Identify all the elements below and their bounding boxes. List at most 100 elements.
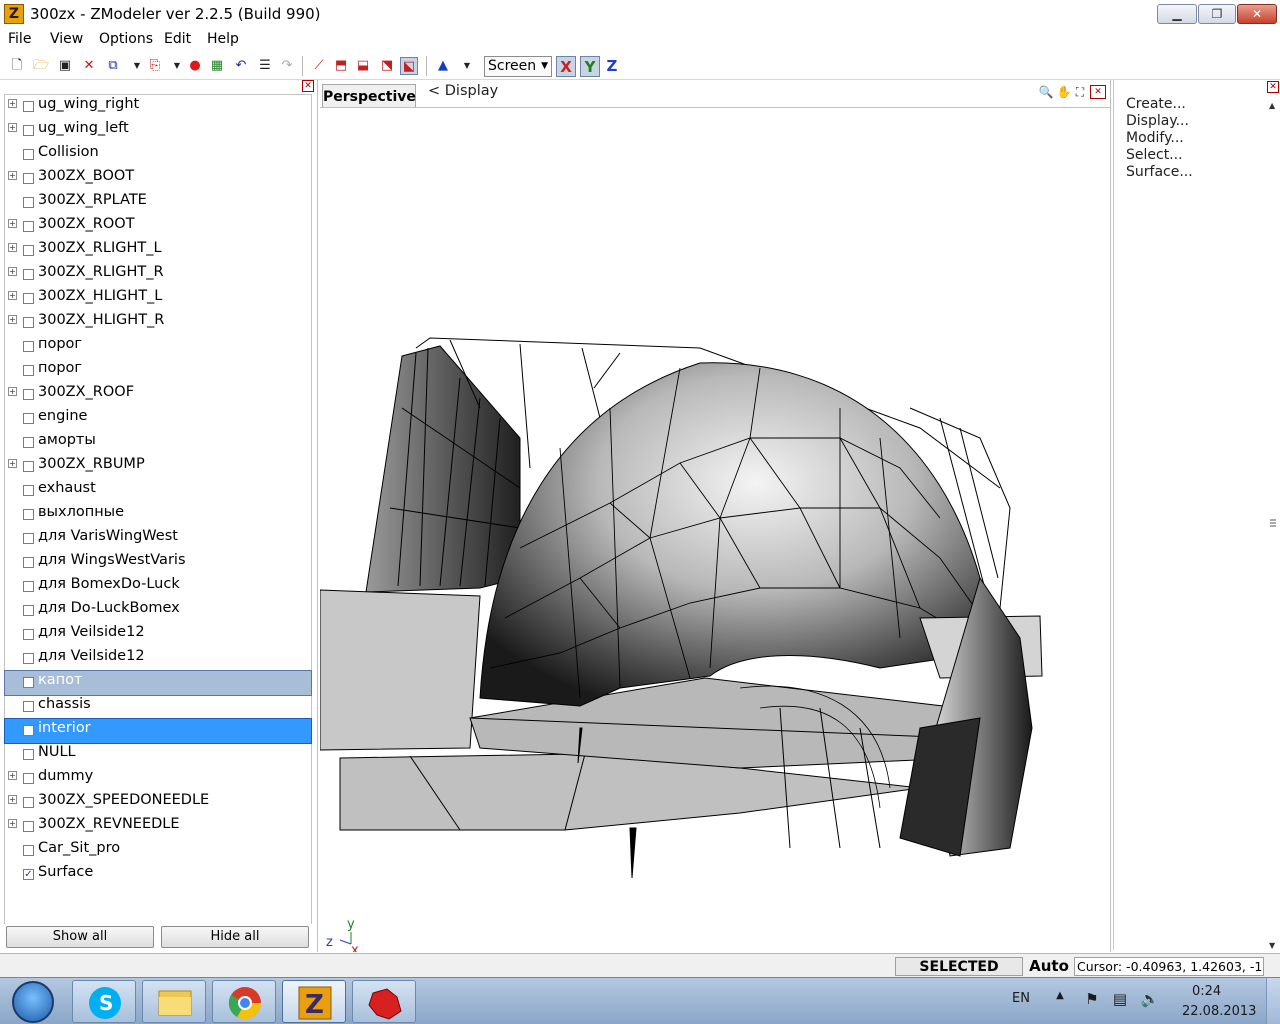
tree-item[interactable]: engine xyxy=(5,407,311,431)
taskbar-app-explorer[interactable] xyxy=(142,980,206,1023)
open-icon[interactable]: 🗁 xyxy=(32,57,50,75)
object-mode-icon[interactable]: ⬓ xyxy=(354,57,372,75)
tree-item[interactable]: +300ZX_RLIGHT_R xyxy=(5,263,311,287)
tree-item[interactable]: Car_Sit_pro xyxy=(5,839,311,863)
menu-options[interactable]: Options xyxy=(99,31,153,47)
tree-item[interactable]: порог xyxy=(5,335,311,359)
tree-item[interactable]: +300ZX_RLIGHT_L xyxy=(5,239,311,263)
vertex-mode-icon[interactable]: ⟋ xyxy=(310,57,328,75)
visibility-checkbox[interactable] xyxy=(23,581,34,592)
visibility-checkbox[interactable] xyxy=(23,485,34,496)
visibility-checkbox[interactable] xyxy=(23,821,34,832)
visibility-checkbox[interactable] xyxy=(23,461,34,472)
visibility-checkbox[interactable] xyxy=(23,677,34,688)
visibility-checkbox[interactable] xyxy=(23,317,34,328)
export-icon[interactable]: ⎘ xyxy=(146,57,164,75)
axis-x-toggle[interactable]: X xyxy=(556,56,576,77)
taskbar-app-game[interactable] xyxy=(352,980,416,1023)
properties-icon[interactable]: ☰ xyxy=(256,57,274,75)
expand-icon[interactable]: + xyxy=(8,219,17,228)
visibility-checkbox[interactable] xyxy=(23,293,34,304)
import-dropdown-icon[interactable]: ▼ xyxy=(128,57,146,75)
language-indicator[interactable]: EN xyxy=(1012,991,1030,1006)
visibility-checkbox[interactable] xyxy=(23,101,34,112)
expand-icon[interactable]: + xyxy=(8,267,17,276)
redo-icon[interactable]: ↷ xyxy=(278,57,296,75)
taskbar-app-chrome[interactable] xyxy=(212,980,276,1023)
flag-icon[interactable]: ⚑ xyxy=(1082,990,1102,1010)
expand-icon[interactable]: + xyxy=(8,291,17,300)
show-all-button[interactable]: Show all xyxy=(6,926,154,948)
clock-time[interactable]: 0:24 xyxy=(1192,984,1221,999)
expand-icon[interactable]: + xyxy=(8,459,17,468)
taskbar-app-skype[interactable]: S xyxy=(72,980,136,1023)
import-icon[interactable]: ⧉ xyxy=(104,57,122,75)
tree-item[interactable]: chassis xyxy=(5,695,311,719)
axis-y-toggle[interactable]: Y xyxy=(580,56,600,77)
tree-item[interactable]: NULL xyxy=(5,743,311,767)
visibility-checkbox[interactable] xyxy=(23,797,34,808)
hide-all-button[interactable]: Hide all xyxy=(161,926,309,948)
tree-item[interactable]: выхлопные xyxy=(5,503,311,527)
maximize-button[interactable]: ❐ xyxy=(1198,4,1236,24)
tree-dropdown-icon[interactable]: ▼ xyxy=(458,57,476,75)
tab-perspective[interactable]: Perspective xyxy=(322,84,416,108)
tree-item[interactable]: +300ZX_BOOT xyxy=(5,167,311,191)
visibility-checkbox[interactable]: ✓ xyxy=(23,869,34,880)
close-button[interactable]: ✕ xyxy=(1237,4,1277,24)
selection-mode-indicator[interactable]: SELECTED MODE xyxy=(895,957,1023,993)
create-command[interactable]: Create... xyxy=(1126,96,1186,112)
visibility-checkbox[interactable] xyxy=(23,173,34,184)
zoom-icon[interactable]: 🔍 xyxy=(1038,83,1054,101)
tree-item[interactable]: для Veilside12 xyxy=(5,623,311,647)
visibility-checkbox[interactable] xyxy=(23,149,34,160)
zmodeler-app-icon[interactable]: Z xyxy=(4,4,24,24)
volume-icon[interactable]: 🔈 xyxy=(1140,990,1160,1010)
expand-icon[interactable]: + xyxy=(8,795,17,804)
menu-file[interactable]: File xyxy=(8,31,31,47)
expand-icon[interactable]: + xyxy=(8,819,17,828)
tree-item[interactable]: для Do-LuckBomex xyxy=(5,599,311,623)
tree-item[interactable]: порог xyxy=(5,359,311,383)
record-icon[interactable]: ● xyxy=(186,57,204,75)
tree-item[interactable]: +300ZX_SPEEDONEEDLE xyxy=(5,791,311,815)
select-command[interactable]: Select... xyxy=(1126,147,1183,163)
visibility-checkbox[interactable] xyxy=(23,365,34,376)
box-mode-icon[interactable]: ⬔ xyxy=(378,57,396,75)
tree-item[interactable]: для BomexDo-Luck xyxy=(5,575,311,599)
menu-edit[interactable]: Edit xyxy=(164,31,191,47)
visibility-checkbox[interactable] xyxy=(23,701,34,712)
start-button[interactable] xyxy=(12,981,54,1023)
face-mode-icon[interactable]: ⬒ xyxy=(332,57,350,75)
visibility-checkbox[interactable] xyxy=(23,221,34,232)
tree-item[interactable]: + ug_wing_right xyxy=(5,95,311,119)
tree-item[interactable]: 300ZX_RPLATE xyxy=(5,191,311,215)
visibility-checkbox[interactable] xyxy=(23,437,34,448)
coordinate-space-select[interactable]: Screen ▼ xyxy=(484,56,552,77)
display-toggle[interactable]: < Display xyxy=(428,83,498,99)
tree-item[interactable]: +300ZX_HLIGHT_R xyxy=(5,311,311,335)
tree-item[interactable]: ✓ Surface xyxy=(5,863,311,887)
expand-icon[interactable]: + xyxy=(8,123,17,132)
tree-item[interactable]: аморты xyxy=(5,431,311,455)
visibility-checkbox[interactable] xyxy=(23,269,34,280)
tree-icon[interactable]: ▲ xyxy=(434,57,452,75)
visibility-checkbox[interactable] xyxy=(23,773,34,784)
new-icon[interactable]: 🗋 xyxy=(8,57,26,75)
show-desktop-button[interactable] xyxy=(1266,978,1280,1024)
menu-view[interactable]: View xyxy=(50,31,83,47)
tree-item[interactable]: exhaust xyxy=(5,479,311,503)
visibility-checkbox[interactable] xyxy=(23,605,34,616)
visibility-checkbox[interactable] xyxy=(23,725,34,736)
visibility-checkbox[interactable] xyxy=(23,845,34,856)
close-viewport-icon[interactable]: ✕ xyxy=(1090,85,1106,99)
menu-help[interactable]: Help xyxy=(207,31,239,47)
visibility-checkbox[interactable] xyxy=(23,197,34,208)
tree-item[interactable]: interior xyxy=(4,718,312,744)
tree-item[interactable]: +300ZX_HLIGHT_L xyxy=(5,287,311,311)
tree-item[interactable]: +300ZX_ROOF xyxy=(5,383,311,407)
close-panel-icon[interactable]: ✕ xyxy=(302,80,314,92)
expand-icon[interactable]: + xyxy=(8,387,17,396)
tree-item[interactable]: + ug_wing_left xyxy=(5,119,311,143)
auto-indicator[interactable]: Auto xyxy=(1026,957,1072,976)
